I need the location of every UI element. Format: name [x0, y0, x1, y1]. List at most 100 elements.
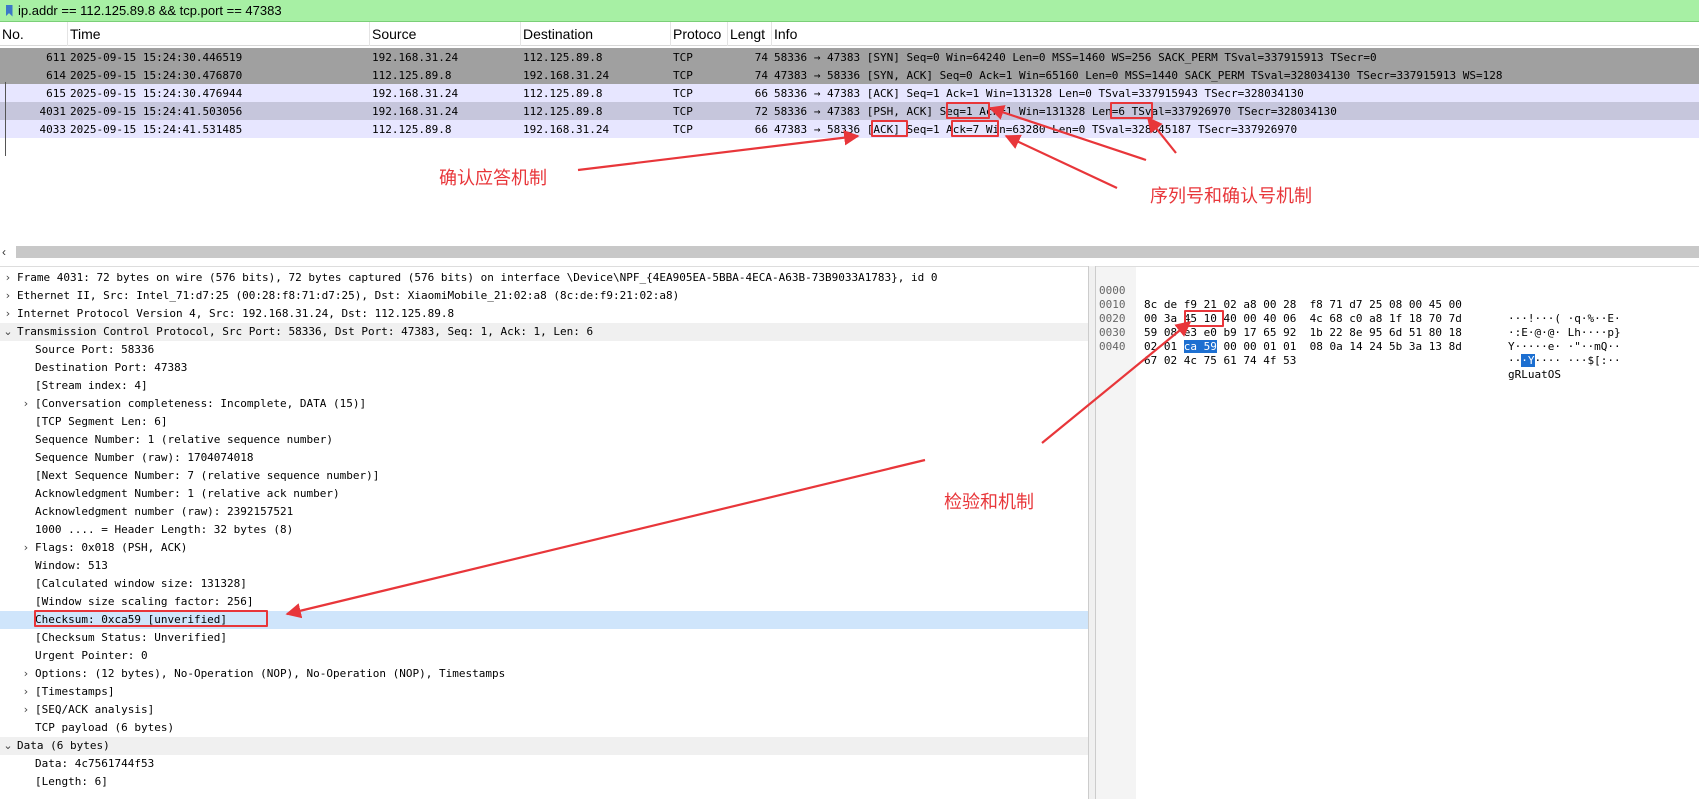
- annotation-box-checksum-bytes: [1184, 310, 1224, 327]
- detail-row[interactable]: [Stream index: 4]: [0, 377, 1088, 395]
- detail-text: [Next Sequence Number: 7 (relative seque…: [35, 469, 380, 482]
- detail-row[interactable]: › Options: (12 bytes), No-Operation (NOP)…: [0, 665, 1088, 683]
- detail-text: Sequence Number: 1 (relative sequence nu…: [35, 433, 334, 446]
- packet-source: 112.125.89.8: [372, 122, 452, 136]
- detail-text: [Conversation completeness: Incomplete, …: [35, 397, 367, 410]
- detail-row[interactable]: Source Port: 58336: [0, 341, 1088, 359]
- detail-row[interactable]: Sequence Number: 1 (relative sequence nu…: [0, 431, 1088, 449]
- packet-bytes-pane: 0000 8c de f9 21 02 a8 00 28 f8 71 d7 25…: [1096, 266, 1699, 799]
- packet-time: 2025-09-15 15:24:30.446519: [70, 50, 243, 64]
- expand-icon[interactable]: ›: [2, 287, 14, 305]
- packet-row-selected[interactable]: 4031 2025-09-15 15:24:41.503056 192.168.…: [0, 102, 1699, 120]
- column-header-destination[interactable]: Destination: [521, 21, 671, 46]
- hex-bytes: 67 02 4c 75 61 74 4f 53: [1144, 354, 1297, 367]
- expand-icon[interactable]: ›: [2, 305, 14, 323]
- detail-text: Internet Protocol Version 4, Src: 192.16…: [17, 307, 455, 320]
- detail-row[interactable]: › Flags: 0x018 (PSH, ACK): [0, 539, 1088, 557]
- ascii-before: ··: [1508, 354, 1522, 367]
- hex-row[interactable]: 0020 59 08 e3 e0 b9 17 65 92 1b 22 8e 95…: [1096, 298, 1621, 353]
- packet-destination: 192.168.31.24: [523, 68, 610, 82]
- annotation-label-ack: 确认应答机制: [439, 168, 547, 189]
- packet-destination: 192.168.31.24: [523, 122, 610, 136]
- packet-destination: 112.125.89.8: [523, 104, 603, 118]
- detail-row[interactable]: › Ethernet II, Src: Intel_71:d7:25 (00:28…: [0, 287, 1088, 305]
- detail-row[interactable]: ⌄ Data (6 bytes): [0, 737, 1088, 755]
- detail-row[interactable]: Destination Port: 47383: [0, 359, 1088, 377]
- column-header-source[interactable]: Source: [370, 21, 521, 46]
- bookmark-icon[interactable]: [2, 2, 16, 20]
- detail-row[interactable]: › Frame 4031: 72 bytes on wire (576 bits)…: [0, 269, 1088, 287]
- detail-row[interactable]: Sequence Number (raw): 1704074018: [0, 449, 1088, 467]
- packet-destination: 112.125.89.8: [523, 86, 603, 100]
- hex-row[interactable]: 0010 00 3a 45 10 40 00 40 06 4c 68 c0 a8…: [1096, 284, 1621, 339]
- column-header-protocol[interactable]: Protoco: [671, 21, 728, 46]
- detail-row[interactable]: Urgent Pointer: 0: [0, 647, 1088, 665]
- detail-row[interactable]: TCP payload (6 bytes): [0, 719, 1088, 737]
- detail-text: Window: 513: [35, 559, 108, 572]
- annotation-label-checksum: 检验和机制: [944, 492, 1034, 513]
- hex-ascii: ···!···( ·q·%··E·: [1508, 312, 1621, 325]
- hex-ascii: Y·····e· ·"··mQ··: [1508, 340, 1621, 353]
- detail-row[interactable]: [TCP Segment Len: 6]: [0, 413, 1088, 431]
- detail-row[interactable]: Acknowledgment number (raw): 2392157521: [0, 503, 1088, 521]
- column-header-length[interactable]: Lengt: [728, 21, 772, 46]
- expand-icon[interactable]: ›: [20, 665, 32, 683]
- detail-row[interactable]: ⌄ Transmission Control Protocol, Src Port…: [0, 323, 1088, 341]
- collapse-icon[interactable]: ⌄: [2, 737, 14, 755]
- detail-text: Options: (12 bytes), No-Operation (NOP),…: [35, 667, 506, 680]
- column-header-info[interactable]: Info: [772, 22, 1699, 46]
- annotation-box-seq-number: [946, 102, 990, 119]
- packet-source: 192.168.31.24: [372, 86, 459, 100]
- detail-row[interactable]: [Window size scaling factor: 256]: [0, 593, 1088, 611]
- packet-no: 4033: [39, 122, 67, 136]
- pane-splitter[interactable]: [1088, 266, 1096, 799]
- detail-row[interactable]: [Calculated window size: 131328]: [0, 575, 1088, 593]
- expand-icon[interactable]: ›: [20, 539, 32, 557]
- detail-row[interactable]: › Internet Protocol Version 4, Src: 192.1…: [0, 305, 1088, 323]
- packet-row[interactable]: 614 2025-09-15 15:24:30.476870 112.125.8…: [0, 66, 1699, 84]
- ascii-after: ···· ···$[:··: [1534, 354, 1621, 367]
- column-header-time[interactable]: Time: [68, 21, 370, 46]
- detail-row[interactable]: [Length: 6]: [0, 773, 1088, 791]
- packet-row[interactable]: 615 2025-09-15 15:24:30.476944 192.168.3…: [0, 84, 1699, 102]
- expand-icon[interactable]: ›: [20, 683, 32, 701]
- packet-time: 2025-09-15 15:24:41.503056: [70, 104, 243, 118]
- expand-icon[interactable]: ›: [20, 395, 32, 413]
- expand-icon[interactable]: ›: [2, 269, 14, 287]
- detail-row[interactable]: [Next Sequence Number: 7 (relative seque…: [0, 467, 1088, 485]
- hex-row[interactable]: 0040 67 02 4c 75 61 74 4f 53 gRLuatOS: [1096, 326, 1561, 381]
- packet-no: 611: [46, 50, 66, 64]
- detail-row[interactable]: › [Timestamps]: [0, 683, 1088, 701]
- detail-text: Data (6 bytes): [17, 739, 110, 752]
- hex-row[interactable]: 0000 8c de f9 21 02 a8 00 28 f8 71 d7 25…: [1096, 270, 1621, 325]
- packet-row[interactable]: 611 2025-09-15 15:24:30.446519 192.168.3…: [0, 48, 1699, 66]
- hex-ascii: ·:E·@·@· Lh····p}: [1508, 326, 1621, 339]
- detail-row[interactable]: 1000 .... = Header Length: 32 bytes (8): [0, 521, 1088, 539]
- detail-text: Data: 4c7561744f53: [35, 757, 155, 770]
- detail-text: [Length: 6]: [35, 775, 108, 788]
- scrollbar-thumb[interactable]: [16, 246, 1699, 258]
- packet-list-header: No. Time Source Destination Protoco Leng…: [0, 21, 1699, 46]
- packet-info: 47383 → 58336 [ACK] Seq=1 Ack=7 Win=6328…: [774, 122, 1298, 136]
- expand-icon[interactable]: ›: [20, 701, 32, 719]
- detail-text: [Timestamps]: [35, 685, 115, 698]
- packet-time: 2025-09-15 15:24:41.531485: [70, 122, 243, 136]
- display-filter-input[interactable]: [16, 0, 1666, 21]
- annotation-label-seq-ack: 序列号和确认号机制: [1150, 186, 1312, 207]
- detail-row[interactable]: [Checksum Status: Unverified]: [0, 629, 1088, 647]
- detail-text: Ethernet II, Src: Intel_71:d7:25 (00:28:…: [17, 289, 680, 302]
- packet-length: 66: [754, 86, 768, 100]
- collapse-icon[interactable]: ⌄: [2, 323, 14, 341]
- packet-info: 58336 → 47383 [PSH, ACK] Seq=1 Ack=1 Win…: [774, 104, 1337, 118]
- scroll-left-icon[interactable]: ‹: [2, 245, 6, 259]
- column-header-no[interactable]: No.: [0, 21, 68, 46]
- detail-text: Frame 4031: 72 bytes on wire (576 bits),…: [17, 271, 938, 284]
- detail-row[interactable]: Data: 4c7561744f53: [0, 755, 1088, 773]
- detail-row[interactable]: › [Conversation completeness: Incomplete,…: [0, 395, 1088, 413]
- packet-row[interactable]: 4033 2025-09-15 15:24:41.531485 112.125.…: [0, 120, 1699, 138]
- detail-row[interactable]: Window: 513: [0, 557, 1088, 575]
- detail-row[interactable]: › [SEQ/ACK analysis]: [0, 701, 1088, 719]
- hex-row[interactable]: 0030 02 01 ca 59 00 00 01 01 08 0a 14 24…: [1096, 312, 1621, 367]
- detail-row[interactable]: Acknowledgment Number: 1 (relative ack n…: [0, 485, 1088, 503]
- packet-list-scrollbar[interactable]: ‹: [0, 244, 1699, 260]
